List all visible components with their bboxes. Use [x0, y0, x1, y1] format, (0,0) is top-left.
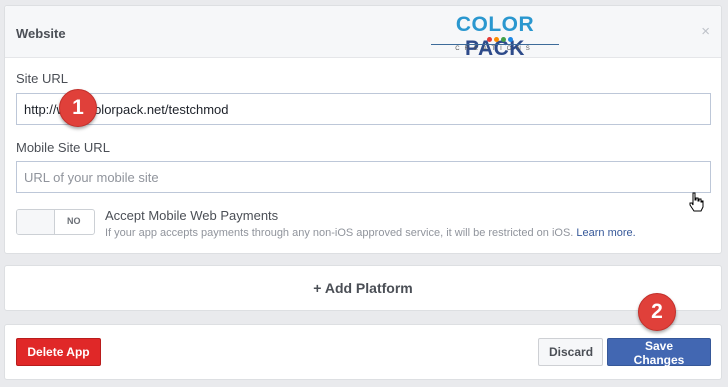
add-platform-button[interactable]: + Add Platform [4, 265, 722, 311]
mobile-payments-description: If your app accepts payments through any… [105, 227, 636, 239]
site-url-label: Site URL [16, 71, 69, 86]
step-1-badge: 1 [59, 89, 97, 127]
save-changes-button[interactable]: Save Changes [607, 338, 711, 367]
toggle-knob [17, 210, 55, 234]
app-settings-page: Website COLOR PACK CREATIONS × Site URL … [0, 0, 728, 387]
footer-bar: Delete App Discard Save Changes [4, 324, 722, 380]
mobile-payments-description-text: If your app accepts payments through any… [105, 227, 574, 239]
website-platform-card: Website COLOR PACK CREATIONS × Site URL … [4, 5, 722, 254]
logo-dots [487, 37, 513, 42]
close-icon[interactable]: × [701, 24, 710, 39]
colorpack-logo: COLOR PACK CREATIONS [429, 13, 561, 60]
mobile-site-url-input[interactable] [16, 161, 711, 193]
delete-app-button[interactable]: Delete App [16, 338, 101, 366]
mobile-payments-title: Accept Mobile Web Payments [105, 208, 279, 223]
logo-subtitle: CREATIONS [431, 44, 559, 53]
step-2-badge: 2 [638, 293, 676, 331]
mobile-site-url-label: Mobile Site URL [16, 140, 110, 155]
discard-button[interactable]: Discard [538, 338, 603, 366]
learn-more-link[interactable]: Learn more. [576, 227, 635, 239]
site-url-input[interactable] [16, 93, 711, 125]
card-header: Website COLOR PACK CREATIONS × [5, 6, 721, 60]
hand-cursor-icon [689, 192, 704, 212]
card-title: Website [16, 26, 66, 41]
mobile-payments-toggle[interactable]: NO [16, 209, 95, 235]
toggle-state-label: NO [67, 216, 81, 226]
